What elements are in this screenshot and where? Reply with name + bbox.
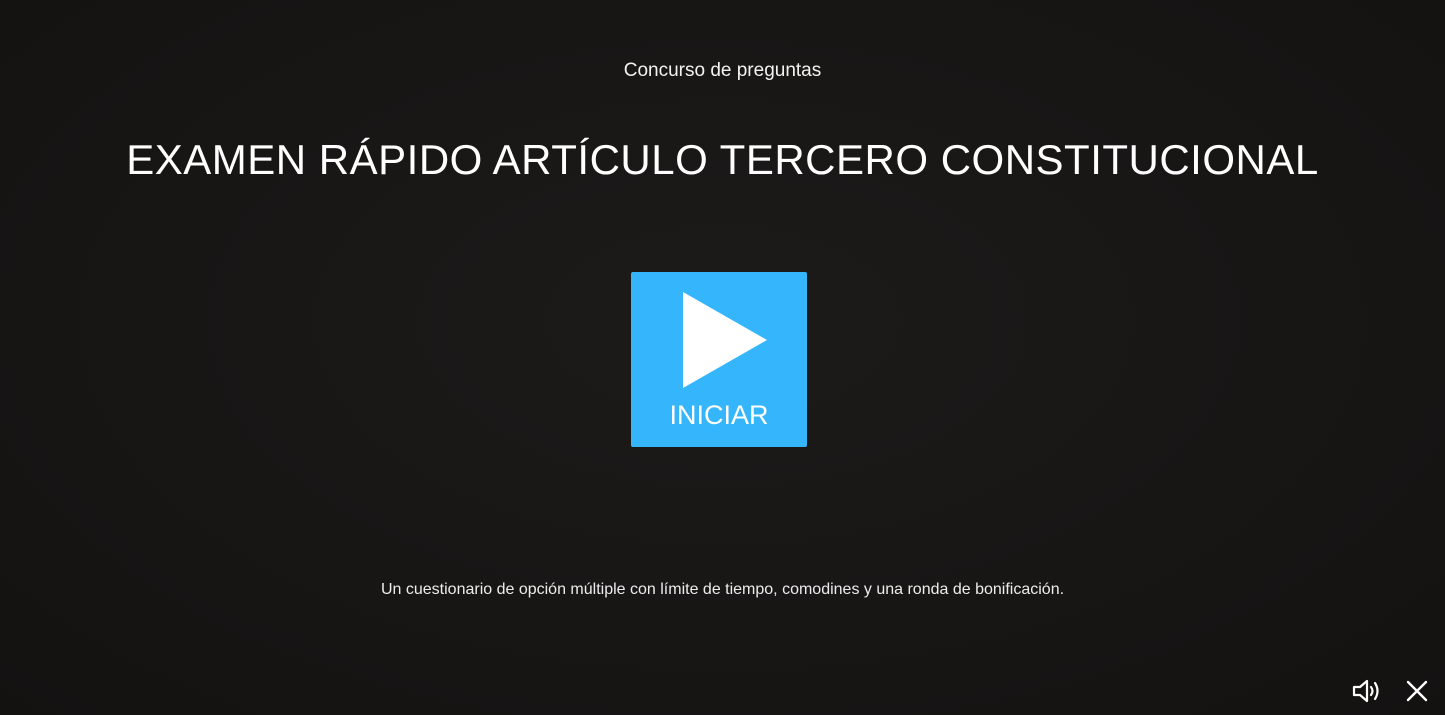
activity-start-screen: Concurso de preguntas EXAMEN RÁPIDO ARTÍ…	[0, 0, 1445, 715]
start-button[interactable]: INICIAR	[631, 272, 807, 447]
activity-description: Un cuestionario de opción múltiple con l…	[380, 581, 1065, 598]
activity-title: EXAMEN RÁPIDO ARTÍCULO TERCERO CONSTITUC…	[126, 136, 1319, 183]
play-icon	[683, 292, 767, 388]
player-controls	[1351, 675, 1433, 707]
speaker-icon	[1352, 679, 1379, 703]
close-icon	[1406, 680, 1428, 702]
start-button-label: INICIAR	[669, 400, 769, 430]
activity-type-label: Concurso de preguntas	[623, 60, 822, 81]
sound-button[interactable]	[1351, 675, 1383, 707]
close-button[interactable]	[1401, 675, 1433, 707]
